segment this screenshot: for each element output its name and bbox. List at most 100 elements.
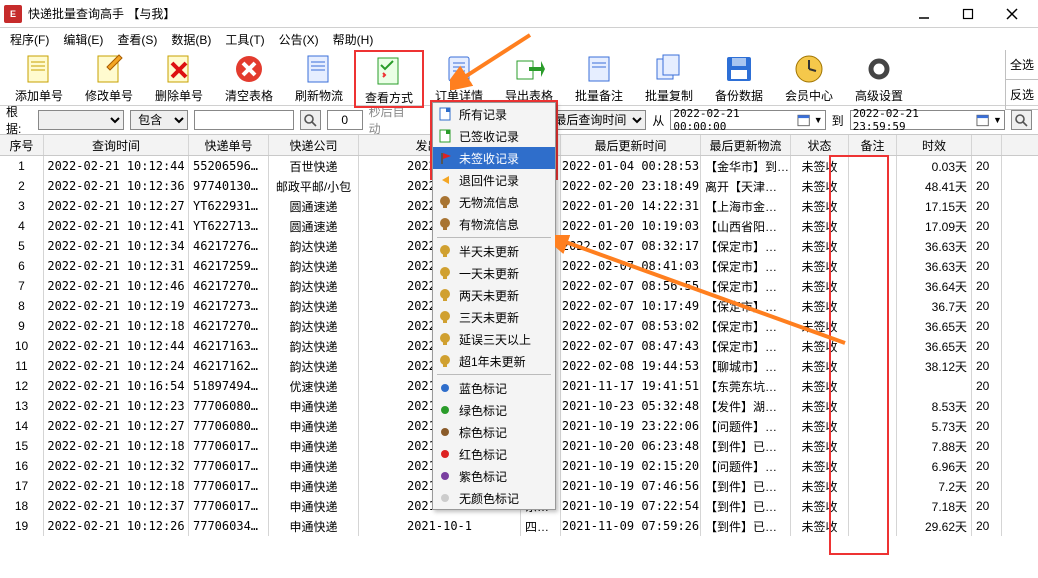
member-center-button[interactable]: 会员中心 xyxy=(774,50,844,104)
count-input[interactable] xyxy=(327,110,363,130)
cell-timecost: 36.7天 xyxy=(897,296,972,316)
col-extra[interactable] xyxy=(972,135,1002,155)
cell-waybill: 77706017… xyxy=(189,496,269,516)
maximize-button[interactable] xyxy=(946,3,990,25)
filter-go-button[interactable] xyxy=(1011,110,1032,130)
col-last-update-time[interactable]: 最后更新时间 xyxy=(561,135,701,155)
match-select[interactable]: 包含 xyxy=(130,110,188,130)
add-button[interactable]: 添加单号 xyxy=(4,50,74,104)
dropdown-item-label: 已签收记录 xyxy=(459,128,519,145)
col-index[interactable]: 序号 xyxy=(0,135,44,155)
dropdown-item[interactable]: 无物流信息 xyxy=(433,191,555,213)
cell-company: 韵达快递 xyxy=(269,276,359,296)
dropdown-item[interactable]: 未签收记录 xyxy=(433,147,555,169)
clear-button[interactable]: 清空表格 xyxy=(214,50,284,104)
invert-selection-button[interactable]: 反选 xyxy=(1006,80,1038,110)
cell-last-logistics: 【到件】已… xyxy=(701,476,791,496)
cell-last-logistics: 【东莞东坑… xyxy=(701,376,791,396)
cell-status: 未签收 xyxy=(791,276,849,296)
time-field-select[interactable]: 最后查询时间 xyxy=(546,110,646,130)
search-button[interactable] xyxy=(300,110,321,130)
dropdown-item[interactable]: 延误三天以上 xyxy=(433,328,555,350)
menubar: 程序(F) 编辑(E) 查看(S) 数据(B) 工具(T) 公告(X) 帮助(H… xyxy=(0,28,1038,50)
cell-status: 未签收 xyxy=(791,336,849,356)
cell-extra: 20 xyxy=(972,496,1002,516)
cell-last-update-time: 2022-02-07 08:47:43 xyxy=(561,336,701,356)
root-field-select[interactable] xyxy=(38,110,124,130)
menu-edit[interactable]: 编辑(E) xyxy=(59,30,107,49)
cell-timecost: 36.63天 xyxy=(897,256,972,276)
dropdown-item[interactable]: 两天未更新 xyxy=(433,284,555,306)
col-status[interactable]: 状态 xyxy=(791,135,849,155)
dropdown-item[interactable]: 红色标记 xyxy=(433,443,555,465)
col-timecost[interactable]: 时效 xyxy=(897,135,972,155)
dropdown-item-label: 有物流信息 xyxy=(459,216,519,233)
dropdown-item[interactable]: 有物流信息 xyxy=(433,213,555,235)
select-all-button[interactable]: 全选 xyxy=(1006,50,1038,80)
menu-help[interactable]: 帮助(H) xyxy=(329,30,378,49)
dropdown-item[interactable]: 退回件记录 xyxy=(433,169,555,191)
dropdown-item[interactable]: 紫色标记 xyxy=(433,465,555,487)
dropdown-item[interactable]: 蓝色标记 xyxy=(433,377,555,399)
cell-index: 13 xyxy=(0,396,44,416)
cell-query-time: 2022-02-21 10:12:18 xyxy=(44,436,189,456)
date-from-field[interactable]: 2022-02-21 00:00:00 ▼ xyxy=(670,110,825,130)
dropdown-item[interactable]: 三天未更新 xyxy=(433,306,555,328)
cell-query-time: 2022-02-21 10:16:54 xyxy=(44,376,189,396)
menu-tools[interactable]: 工具(T) xyxy=(221,30,268,49)
medal-icon xyxy=(437,331,453,347)
cell-remark xyxy=(849,316,897,336)
menu-view[interactable]: 查看(S) xyxy=(113,30,161,49)
cell-remark xyxy=(849,176,897,196)
cell-query-time: 2022-02-21 10:12:27 xyxy=(44,196,189,216)
minimize-button[interactable] xyxy=(902,3,946,25)
backup-button[interactable]: 备份数据 xyxy=(704,50,774,104)
cell-index: 3 xyxy=(0,196,44,216)
menu-data[interactable]: 数据(B) xyxy=(167,30,215,49)
cell-timecost: 36.64天 xyxy=(897,276,972,296)
dropdown-item[interactable]: 超1年未更新 xyxy=(433,350,555,372)
col-waybill[interactable]: 快递单号 xyxy=(189,135,269,155)
calendar-icon xyxy=(976,113,989,127)
dropdown-item-label: 紫色标记 xyxy=(459,468,507,485)
cell-last-update-time: 2021-10-19 23:22:06 xyxy=(561,416,701,436)
to-label: 到 xyxy=(832,112,844,129)
cell-last-logistics: 【发件】湖… xyxy=(701,396,791,416)
dropdown-item-label: 未签收记录 xyxy=(459,150,519,167)
col-last-logistics[interactable]: 最后更新物流 xyxy=(701,135,791,155)
refresh-button[interactable]: 刷新物流 xyxy=(284,50,354,104)
dropdown-item[interactable]: 棕色标记 xyxy=(433,421,555,443)
dropdown-item[interactable]: 绿色标记 xyxy=(433,399,555,421)
date-to-field[interactable]: 2022-02-21 23:59:59 ▼ xyxy=(850,110,1005,130)
dropdown-item[interactable]: 无颜色标记 xyxy=(433,487,555,509)
cell-waybill: YT622713… xyxy=(189,216,269,236)
search-input[interactable] xyxy=(194,110,294,130)
detail-button[interactable]: 订单详情 xyxy=(424,50,494,104)
cell-query-time: 2022-02-21 10:12:24 xyxy=(44,356,189,376)
export-button[interactable]: 导出表格 xyxy=(494,50,564,104)
dropdown-item[interactable]: 已签收记录 xyxy=(433,125,555,147)
menu-notice[interactable]: 公告(X) xyxy=(275,30,323,49)
col-query-time[interactable]: 查询时间 xyxy=(44,135,189,155)
close-button[interactable] xyxy=(990,3,1034,25)
dropdown-item[interactable]: 一天未更新 xyxy=(433,262,555,284)
advanced-button[interactable]: 高级设置 xyxy=(844,50,914,104)
delete-button[interactable]: 删除单号 xyxy=(144,50,214,104)
cell-remark xyxy=(849,396,897,416)
cell-index: 17 xyxy=(0,476,44,496)
batch-remark-button[interactable]: 批量备注 xyxy=(564,50,634,104)
table-row[interactable]: 192022-02-21 10:12:2677706034…申通快递2021-1… xyxy=(0,516,1038,536)
cell-waybill: 77706017… xyxy=(189,456,269,476)
cell-status: 未签收 xyxy=(791,516,849,536)
col-company[interactable]: 快递公司 xyxy=(269,135,359,155)
dropdown-item[interactable]: 半天未更新 xyxy=(433,240,555,262)
col-remark[interactable]: 备注 xyxy=(849,135,897,155)
cell-status: 未签收 xyxy=(791,156,849,176)
view-mode-button[interactable]: 查看方式 xyxy=(354,50,424,108)
dropdown-item[interactable]: 所有记录 xyxy=(433,103,555,125)
batch-copy-button[interactable]: 批量复制 xyxy=(634,50,704,104)
menu-program[interactable]: 程序(F) xyxy=(6,30,53,49)
dot-green-icon xyxy=(437,402,453,418)
modify-button[interactable]: 修改单号 xyxy=(74,50,144,104)
cell-company: 韵达快递 xyxy=(269,256,359,276)
